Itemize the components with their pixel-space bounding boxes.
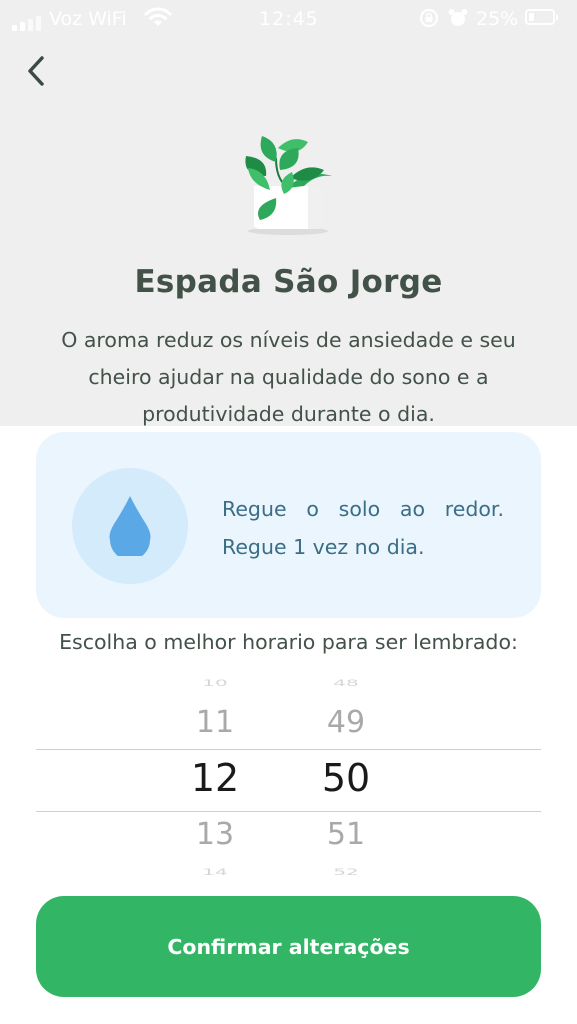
alarm-icon (447, 7, 469, 35)
minute-option[interactable]: 52 (301, 867, 391, 878)
hour-option-selected[interactable]: 12 (170, 756, 260, 800)
watering-info-card: Regue o solo ao redor. Regue 1 vez no di… (36, 432, 541, 618)
status-bar: Voz WiFi 12:45 25% (0, 0, 577, 38)
reminder-time-label: Escolha o melhor horario para ser lembra… (59, 630, 518, 654)
minute-option[interactable]: 49 (301, 705, 391, 740)
time-picker[interactable]: 10 11 12 13 14 48 49 50 51 52 (36, 670, 541, 886)
minute-option[interactable]: 51 (301, 817, 391, 852)
hour-option[interactable]: 13 (170, 817, 260, 852)
wifi-icon (144, 5, 172, 35)
potted-plant-icon (236, 128, 336, 238)
signal-icon (12, 7, 41, 31)
hour-wheel[interactable]: 10 11 12 13 14 (170, 670, 260, 886)
hour-option[interactable]: 10 (170, 678, 260, 689)
picker-selection-bottom-line (36, 811, 541, 812)
minute-wheel[interactable]: 48 49 50 51 52 (301, 670, 391, 886)
minute-option[interactable]: 48 (301, 678, 391, 689)
carrier-name: Voz WiFi (49, 8, 127, 30)
confirm-changes-button[interactable]: Confirmar alterações (36, 896, 541, 997)
back-button[interactable] (18, 50, 58, 92)
hour-option[interactable]: 11 (170, 705, 260, 740)
clock: 12:45 (259, 8, 319, 30)
plant-name-title: Espada São Jorge (134, 264, 443, 300)
minute-option-selected[interactable]: 50 (301, 756, 391, 800)
picker-selection-top-line (36, 749, 541, 750)
water-icon-container (72, 468, 188, 584)
chevron-left-icon (28, 56, 44, 86)
battery-icon (525, 9, 558, 25)
watering-instruction-line-1: Regue o solo ao redor. (222, 497, 504, 521)
watering-instructions: Regue o solo ao redor. Regue 1 vez no di… (222, 490, 504, 566)
plant-header-section: Voz WiFi 12:45 25% Espada São Jorge O ar… (0, 0, 577, 426)
hour-option[interactable]: 14 (170, 867, 260, 878)
plant-description: O aroma reduz os níveis de ansiedade e s… (61, 328, 516, 426)
battery-percentage: 25% (476, 8, 519, 30)
water-drop-icon (109, 496, 151, 556)
rotation-lock-icon (418, 7, 440, 35)
watering-instruction-line-2: Regue 1 vez no dia. (222, 535, 425, 559)
